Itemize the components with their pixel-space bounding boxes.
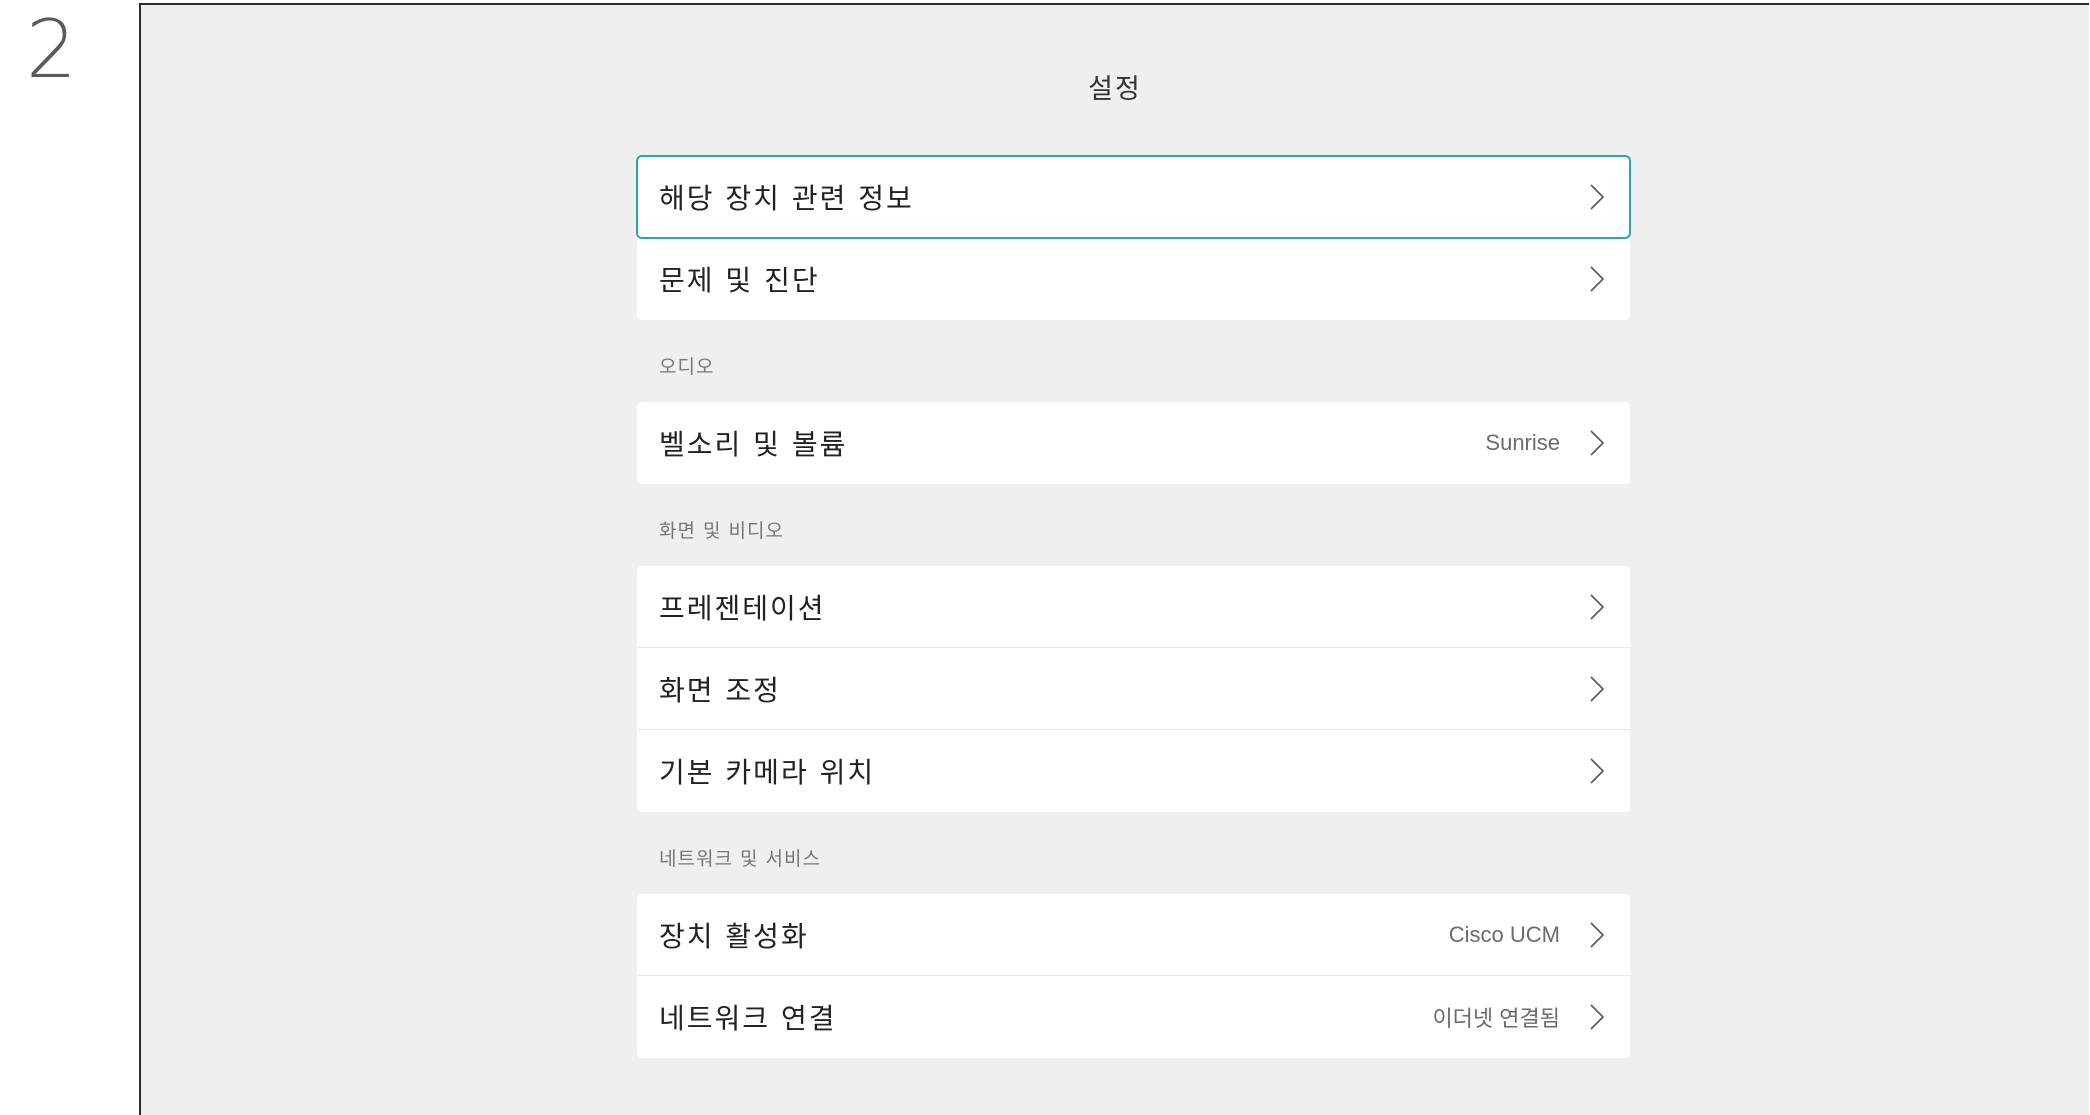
chevron-right-icon [1586, 264, 1608, 294]
settings-item-label: 벨소리 및 볼륨 [659, 428, 848, 461]
device-screen: 설정 해당 장치 관련 정보 문제 및 진단 오디오 벨소리 및 볼륨 Sunr [139, 3, 2089, 1115]
settings-item-label: 해당 장치 관련 정보 [659, 181, 914, 215]
settings-item-label: 프레젠테이션 [659, 591, 826, 625]
settings-item-value: Sunrise [1485, 430, 1560, 455]
settings-item-device-activation[interactable]: 장치 활성화 Cisco UCM [637, 894, 1630, 976]
settings-item-label: 장치 활성화 [659, 919, 809, 953]
settings-item-label: 화면 조정 [659, 673, 781, 707]
settings-group-network-services: 장치 활성화 Cisco UCM 네트워크 연결 이더넷 연결됨 [637, 894, 1630, 1058]
section-header-network-services: 네트워크 및 서비스 [659, 848, 821, 870]
settings-group-general: 해당 장치 관련 정보 문제 및 진단 [636, 155, 1631, 320]
chevron-right-icon [1586, 1002, 1608, 1032]
settings-item-issues-diagnostics[interactable]: 문제 및 진단 [637, 238, 1630, 320]
settings-list: 해당 장치 관련 정보 문제 및 진단 오디오 벨소리 및 볼륨 Sunrise [636, 155, 1631, 1058]
settings-item-value: 이더넷 연결됨 [1432, 1006, 1560, 1031]
chevron-right-icon [1586, 182, 1608, 212]
settings-item-label: 네트워크 연결 [659, 1002, 837, 1035]
chevron-right-icon [1586, 592, 1608, 622]
step-number: 2 [26, 3, 77, 96]
settings-item-about-device[interactable]: 해당 장치 관련 정보 [636, 155, 1631, 239]
settings-group-screen-video: 프레젠테이션 화면 조정 기본 카메라 위치 [637, 566, 1630, 812]
settings-group-audio: 벨소리 및 볼륨 Sunrise [637, 402, 1630, 484]
page-title: 설정 [1088, 74, 1142, 105]
settings-item-network-connection[interactable]: 네트워크 연결 이더넷 연결됨 [637, 976, 1630, 1058]
settings-item-presentation[interactable]: 프레젠테이션 [637, 566, 1630, 648]
chevron-right-icon [1586, 756, 1608, 786]
settings-item-screen-adjust[interactable]: 화면 조정 [637, 648, 1630, 730]
settings-item-value: Cisco UCM [1448, 921, 1560, 947]
section-header-screen-video: 화면 및 비디오 [659, 520, 784, 542]
chevron-right-icon [1586, 920, 1608, 950]
settings-item-label: 문제 및 진단 [659, 264, 820, 297]
settings-item-label: 기본 카메라 위치 [659, 756, 876, 789]
chevron-right-icon [1586, 674, 1608, 704]
chevron-right-icon [1586, 428, 1608, 458]
settings-item-default-camera-position[interactable]: 기본 카메라 위치 [637, 730, 1630, 812]
section-header-audio: 오디오 [659, 356, 715, 378]
settings-item-ringtone-volume[interactable]: 벨소리 및 볼륨 Sunrise [637, 402, 1630, 484]
